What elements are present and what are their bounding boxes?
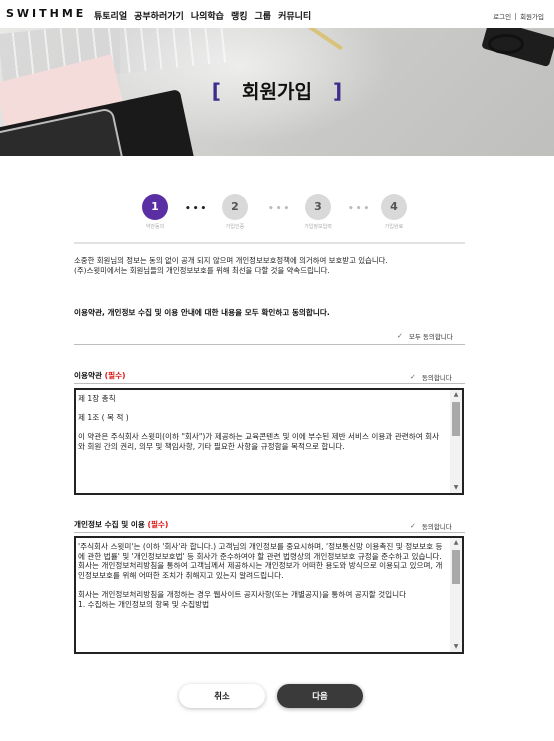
step-dots-2: ••• xyxy=(268,204,292,214)
scroll-down-icon[interactable]: ▼ xyxy=(450,642,462,652)
signup-steps: 1 약관동의 ••• 2 가입인증 ••• 3 가입정보입력 ••• 4 가입완… xyxy=(0,194,554,240)
page-title: [ 회원가입 ] xyxy=(0,77,554,104)
step-1-number: 1 xyxy=(142,194,168,220)
scroll-up-icon[interactable]: ▲ xyxy=(450,538,462,548)
step-1: 1 약관동의 xyxy=(141,194,169,230)
privacy-content: '주식회사 스윗미'는 (이하 '회사'라 합니다.) 고객님의 개인정보를 중… xyxy=(78,542,443,609)
terms-scrollbar[interactable]: ▲ ▼ xyxy=(450,390,462,493)
nav-item-ranking[interactable]: 랭킹 xyxy=(231,9,248,22)
step-4-label: 가입완료 xyxy=(384,224,404,230)
bracket-left: [ xyxy=(211,79,221,103)
checkbox-icon: ✓ xyxy=(397,332,403,340)
agree-all-divider xyxy=(74,344,465,345)
step-2: 2 가입인증 xyxy=(221,194,249,230)
scroll-up-icon[interactable]: ▲ xyxy=(450,390,462,400)
terms-agree-label: 동의합니다 xyxy=(421,374,452,382)
privacy-required-badge: (필수) xyxy=(147,520,169,529)
terms-textarea[interactable]: 제 1장 총칙 제 1조 ( 목 적 ) 이 약관은 주식회사 스윗미(이하 "… xyxy=(74,388,464,495)
step-3: 3 가입정보입력 xyxy=(304,194,332,230)
scroll-down-icon[interactable]: ▼ xyxy=(450,483,462,493)
login-link[interactable]: 로그인 xyxy=(493,11,511,21)
cancel-button[interactable]: 취소 xyxy=(179,684,265,708)
step-2-label: 가입인증 xyxy=(225,224,245,230)
terms-title: 이용약관 (필수) xyxy=(74,370,126,381)
util-links: 로그인 회원가입 xyxy=(493,11,544,21)
nav-item-study[interactable]: 공부하러가기 xyxy=(134,9,184,22)
terms-title-text: 이용약관 xyxy=(74,371,102,380)
checkbox-icon: ✓ xyxy=(410,373,416,381)
terms-divider xyxy=(74,383,465,384)
nav-item-group[interactable]: 그룹 xyxy=(255,9,272,22)
step-2-number: 2 xyxy=(222,194,248,220)
util-divider xyxy=(515,12,517,20)
checkbox-icon: ✓ xyxy=(410,522,416,530)
step-3-number: 3 xyxy=(305,194,331,220)
step-dots-3: ••• xyxy=(348,204,372,214)
next-button[interactable]: 다음 xyxy=(277,684,363,708)
agree-all-checkbox[interactable]: ✓ 모두 동의합니다 xyxy=(397,331,453,341)
agree-all-label: 모두 동의합니다 xyxy=(408,333,453,341)
privacy-scrollbar[interactable]: ▲ ▼ xyxy=(450,538,462,652)
main-nav: 튜토리얼 공부하러가기 나의학습 랭킹 그룹 커뮤니티 xyxy=(94,9,311,22)
nav-item-tutorial[interactable]: 튜토리얼 xyxy=(94,9,127,22)
nav-item-community[interactable]: 커뮤니티 xyxy=(278,9,311,22)
privacy-agree-checkbox[interactable]: ✓ 동의합니다 xyxy=(410,521,452,531)
privacy-textarea[interactable]: '주식회사 스윗미'는 (이하 '회사'라 합니다.) 고객님의 개인정보를 중… xyxy=(74,536,464,654)
scroll-thumb[interactable] xyxy=(452,550,460,584)
privacy-title-text: 개인정보 수집 및 이용 xyxy=(74,520,145,529)
signup-link[interactable]: 회원가입 xyxy=(520,11,544,21)
hero-banner: [ 회원가입 ] xyxy=(0,28,554,156)
privacy-title: 개인정보 수집 및 이용 (필수) xyxy=(74,519,168,530)
nav-item-my-learning[interactable]: 나의학습 xyxy=(191,9,224,22)
step-3-label: 가입정보입력 xyxy=(304,224,332,230)
glasses-image xyxy=(488,34,524,54)
page-title-text: 회원가입 xyxy=(242,81,312,103)
privacy-agree-label: 동의합니다 xyxy=(421,523,452,531)
intro-text: 소중한 회원님의 정보는 동의 없이 공개 되지 않으며 개인정보보호정책에 의… xyxy=(74,256,474,276)
step-1-label: 약관동의 xyxy=(145,224,165,230)
step-4-number: 4 xyxy=(381,194,407,220)
intro-line-2: (주)스윗미에서는 회원님들의 개인정보보호를 위해 최선을 다할 것을 약속드… xyxy=(74,266,330,275)
site-logo[interactable]: SWITHME xyxy=(6,7,86,20)
scroll-thumb[interactable] xyxy=(452,402,460,436)
top-header: SWITHME 튜토리얼 공부하러가기 나의학습 랭킹 그룹 커뮤니티 로그인 … xyxy=(0,0,554,28)
terms-content: 제 1장 총칙 제 1조 ( 목 적 ) 이 약관은 주식회사 스윗미(이하 "… xyxy=(78,394,440,451)
terms-required-badge: (필수) xyxy=(104,371,126,380)
step-dots-1: ••• xyxy=(185,204,209,214)
step-4: 4 가입완료 xyxy=(380,194,408,230)
bracket-right: ] xyxy=(333,79,343,103)
intro-line-1: 소중한 회원님의 정보는 동의 없이 공개 되지 않으며 개인정보보호정책에 의… xyxy=(74,256,388,265)
section-divider xyxy=(74,242,465,244)
agree-all-text: 이용약관, 개인정보 수집 및 이용 안내에 대한 내용을 모두 확인하고 동의… xyxy=(74,308,330,317)
privacy-divider xyxy=(74,532,465,533)
terms-agree-checkbox[interactable]: ✓ 동의합니다 xyxy=(410,372,452,382)
